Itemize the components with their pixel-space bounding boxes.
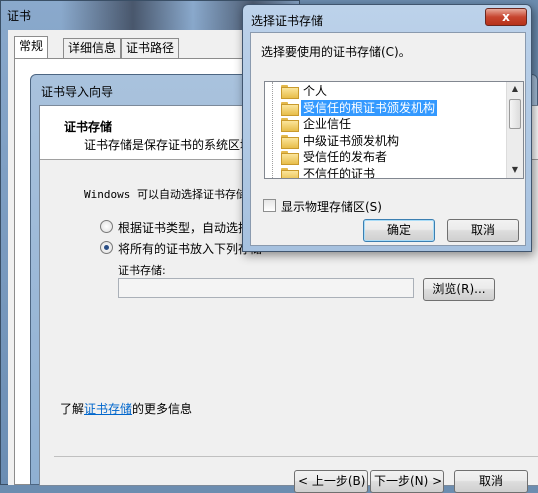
select-store-client: 选择要使用的证书存储(C)。 个人 受信任的根证书颁发机构 企业信任中级证书颁发机构… [250, 32, 526, 246]
show-physical-label[interactable]: 显示物理存储区(S) [281, 198, 382, 215]
store-tree[interactable]: 个人 受信任的根证书颁发机构 企业信任中级证书颁发机构 受信任的发布者 不信任的证书 ▲… [264, 81, 524, 179]
back-button[interactable]: < 上一步(B) [294, 470, 368, 493]
folder-icon [281, 118, 299, 132]
scroll-thumb[interactable] [509, 99, 521, 129]
store-item-label: 中级证书颁发机构 [303, 133, 400, 148]
certificate-window-title: 证书 [7, 9, 32, 23]
store-item-label: 受信任的发布者 [303, 150, 388, 164]
footer-divider [54, 456, 538, 457]
radio-manual-store[interactable] [100, 241, 113, 254]
folder-icon [281, 151, 299, 165]
learn-suffix: 的更多信息 [132, 402, 193, 416]
radio-auto-store[interactable] [100, 220, 113, 233]
folder-icon [281, 101, 299, 116]
learn-more: 了解证书存储的更多信息 [60, 400, 192, 417]
tree-lines [272, 82, 273, 178]
wizard-header-desc: 证书存储是保存证书的系统区域 [84, 138, 253, 152]
close-icon[interactable]: x [485, 8, 527, 26]
tab-cert-path[interactable]: 证书路径 [121, 38, 180, 58]
wizard-header-title: 证书存储 [64, 120, 113, 134]
store-field[interactable] [118, 278, 414, 298]
dialog-cancel-button[interactable]: 取消 [447, 219, 519, 242]
store-item-label: 受信任的根证书颁发机构 [301, 99, 438, 116]
tree-scrollbar[interactable]: ▲ ▼ [506, 82, 523, 178]
next-button[interactable]: 下一步(N) > [370, 470, 444, 493]
store-item-label: 企业信任 [303, 117, 352, 131]
folder-icon [281, 167, 299, 178]
browse-button[interactable]: 浏览(R)... [423, 278, 495, 301]
ok-button[interactable]: 确定 [363, 219, 435, 242]
radio-manual-label[interactable]: 将所有的证书放入下列存储 [118, 240, 262, 257]
store-item-label: 不信任的证书 [303, 166, 376, 179]
store-label: 证书存储: [118, 264, 166, 277]
tab-general[interactable]: 常规 [14, 36, 49, 60]
learn-link[interactable]: 证书存储 [84, 402, 132, 416]
select-store-dialog: 选择证书存储 x 选择要使用的证书存储(C)。 个人 受信任的根证书颁发机构 企业信… [242, 4, 532, 252]
scroll-down-icon[interactable]: ▼ [509, 164, 521, 176]
wizard-title: 证书导入向导 [41, 85, 114, 99]
select-store-prompt: 选择要使用的证书存储(C)。 [261, 45, 411, 59]
store-item-label: 个人 [303, 84, 328, 98]
learn-prefix: 了解 [60, 402, 85, 416]
show-physical-checkbox[interactable] [263, 199, 276, 212]
scroll-up-icon[interactable]: ▲ [509, 83, 521, 95]
select-store-title: 选择证书存储 [251, 14, 324, 28]
tab-details[interactable]: 详细信息 [63, 38, 122, 58]
folder-icon [281, 134, 299, 149]
cancel-button[interactable]: 取消 [454, 470, 528, 493]
auto-select-text: Windows 可以自动选择证书存储 [84, 188, 247, 201]
folder-icon [281, 85, 299, 99]
